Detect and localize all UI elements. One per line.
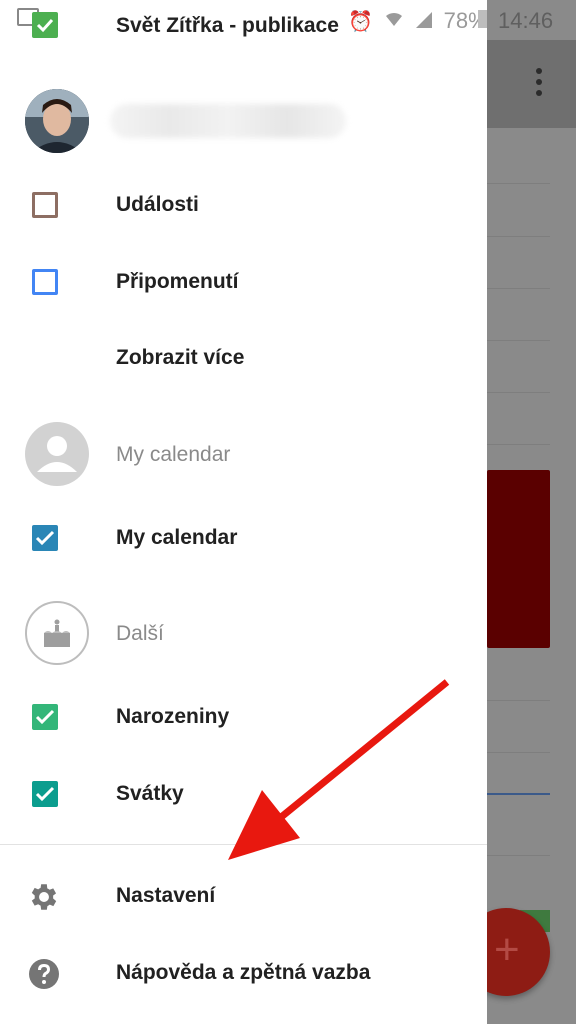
gear-icon <box>27 880 61 914</box>
udalosti-checkbox[interactable] <box>32 192 58 218</box>
overflow-menu-icon[interactable] <box>536 68 544 98</box>
status-icons: ⏰ 78% <box>348 8 487 34</box>
add-icon: + <box>494 925 520 974</box>
group-header-label: My calendar <box>116 443 231 466</box>
grid-line <box>487 236 550 237</box>
calendar-item-pripomenuti[interactable]: Připomenutí <box>0 252 487 312</box>
svatky-checkbox[interactable] <box>32 781 58 807</box>
calendar-item-label: Události <box>116 193 199 216</box>
signal-icon <box>414 11 440 33</box>
help-feedback-menu-item[interactable]: Nápověda a zpětná vazba <box>0 943 487 1003</box>
help-feedback-label: Nápověda a zpětná vazba <box>116 961 371 984</box>
settings-label: Nastavení <box>116 884 216 907</box>
help-icon <box>27 957 61 991</box>
alarm-icon: ⏰ <box>348 11 373 33</box>
calendar-item-narozeniny[interactable]: Narozeniny <box>0 687 487 747</box>
my-calendar-checkbox[interactable] <box>32 525 58 551</box>
navigation-drawer: Svět Zítřka - publikace ⏰ 78% Události P… <box>0 0 487 1024</box>
grid-line <box>487 444 550 445</box>
grid-line <box>487 340 550 341</box>
grid-line <box>487 392 550 393</box>
calendar-item-udalosti[interactable]: Události <box>0 175 487 235</box>
notification-title: Svět Zítřka - publikace <box>116 14 339 37</box>
pripomenuti-checkbox[interactable] <box>32 269 58 295</box>
calendar-app-bar <box>487 40 576 128</box>
calendar-item-svatky[interactable]: Svátky <box>0 764 487 824</box>
battery-icon <box>478 10 487 28</box>
grid-line <box>487 183 550 184</box>
narozeniny-checkbox[interactable] <box>32 704 58 730</box>
status-bar: Svět Zítřka - publikace ⏰ 78% <box>0 0 487 40</box>
settings-menu-item[interactable]: Nastavení <box>0 866 487 926</box>
show-more-button[interactable]: Zobrazit více <box>0 328 487 388</box>
calendar-item-my-calendar[interactable]: My calendar <box>0 508 487 568</box>
account-avatar[interactable] <box>25 89 89 153</box>
group-header-dalsi: Další <box>0 604 487 664</box>
grid-line <box>487 855 550 856</box>
checkbox-notification-icon <box>32 12 58 38</box>
status-time: 14:46 <box>498 8 554 33</box>
grid-line <box>487 288 550 289</box>
drawer-divider <box>0 844 487 845</box>
calendar-item-label: Svátky <box>116 782 184 805</box>
grid-line <box>487 752 550 753</box>
account-name-redacted <box>110 104 346 138</box>
wifi-icon <box>384 11 410 33</box>
calendar-item-label: Připomenutí <box>116 270 239 293</box>
current-time-line <box>487 793 550 795</box>
group-header-my-calendar: My calendar <box>0 425 487 485</box>
show-more-label: Zobrazit více <box>116 346 245 369</box>
grid-line <box>487 700 550 701</box>
group-header-label: Další <box>116 622 164 645</box>
calendar-item-label: My calendar <box>116 526 238 549</box>
calendar-event-block[interactable] <box>487 470 550 648</box>
calendar-item-label: Narozeniny <box>116 705 230 728</box>
